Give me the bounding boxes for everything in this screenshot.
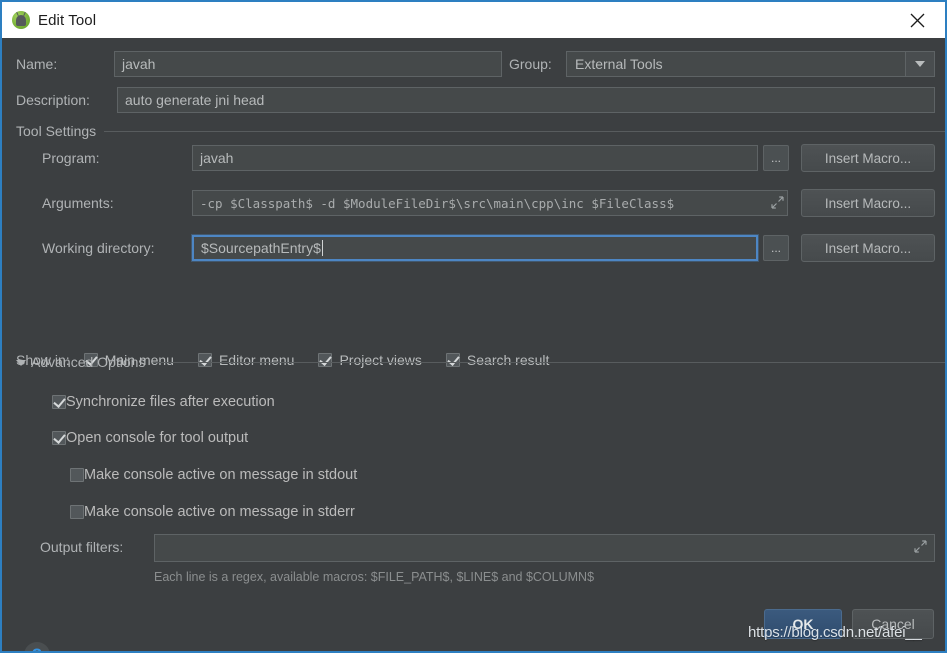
checkbox-icon [70, 505, 84, 519]
console-active-stderr-checkbox[interactable]: Make console active on message in stderr [70, 504, 355, 520]
ellipsis-icon: ... [770, 241, 781, 255]
output-filters-row: Output filters: [4, 534, 945, 564]
help-label: ? [32, 645, 42, 651]
console-active-stdout-checkbox[interactable]: Make console active on message in stdout [70, 467, 357, 483]
advanced-options-section-header[interactable]: Advanced Options [16, 354, 945, 370]
name-group-row: Name: javah Group: External Tools [4, 51, 945, 81]
arguments-insert-macro-button[interactable]: Insert Macro... [801, 189, 935, 217]
name-input[interactable]: javah [114, 51, 502, 77]
group-select[interactable]: External Tools [566, 51, 935, 77]
checkbox-icon [70, 468, 84, 482]
arguments-input[interactable]: -cp $Classpath$ -d $ModuleFileDir$\src\m… [192, 190, 788, 216]
checkbox-icon [52, 431, 66, 445]
description-input[interactable]: auto generate jni head [117, 87, 935, 113]
tool-settings-section-header: Tool Settings [16, 123, 945, 139]
edit-tool-dialog: Edit Tool Name: javah Group: External To… [0, 0, 947, 653]
program-label: Program: [42, 150, 100, 166]
arguments-row: Arguments: -cp $Classpath$ -d $ModuleFil… [4, 189, 945, 220]
sync-files-checkbox[interactable]: Synchronize files after execution [52, 394, 275, 410]
working-directory-browse-button[interactable]: ... [763, 235, 789, 261]
output-filters-input[interactable] [154, 534, 935, 562]
group-selected-value: External Tools [575, 56, 663, 72]
advanced-options-title: Advanced Options [31, 354, 146, 370]
working-directory-row: Working directory: $SourcepathEntry$ ...… [4, 234, 945, 265]
program-insert-macro-button[interactable]: Insert Macro... [801, 144, 935, 172]
description-label: Description: [16, 92, 90, 108]
tool-settings-title: Tool Settings [16, 123, 97, 139]
text-caret [321, 240, 323, 256]
expand-arrows-icon[interactable] [771, 196, 785, 210]
sync-files-label: Synchronize files after execution [66, 394, 275, 410]
dialog-body: Name: javah Group: External Tools Descri… [4, 38, 945, 651]
arguments-label: Arguments: [42, 195, 114, 211]
open-console-label: Open console for tool output [66, 430, 249, 446]
chevron-down-icon[interactable] [905, 52, 934, 76]
program-browse-button[interactable]: ... [763, 145, 789, 171]
triangle-down-icon[interactable] [16, 360, 26, 366]
output-filters-label: Output filters: [40, 539, 124, 555]
console-active-stdout-label: Make console active on message in stdout [84, 467, 358, 483]
working-directory-insert-macro-button[interactable]: Insert Macro... [801, 234, 935, 262]
description-row: Description: auto generate jni head [4, 87, 945, 115]
close-icon[interactable] [895, 2, 939, 38]
ellipsis-icon: ... [770, 151, 781, 165]
watermark: https://blog.csdn.net/afei__ [748, 624, 922, 641]
android-studio-icon [12, 11, 30, 29]
section-divider [153, 361, 945, 363]
checkbox-icon [52, 395, 66, 409]
title-bar: Edit Tool [2, 2, 945, 38]
working-directory-label: Working directory: [42, 240, 155, 256]
output-filters-hint: Each line is a regex, available macros: … [154, 570, 595, 584]
console-active-stderr-label: Make console active on message in stderr [84, 504, 355, 520]
arguments-value: -cp $Classpath$ -d $ModuleFileDir$\src\m… [200, 195, 675, 211]
program-row: Program: javah ... Insert Macro... [4, 144, 945, 175]
group-label: Group: [509, 56, 552, 72]
section-divider [104, 130, 945, 132]
open-console-checkbox[interactable]: Open console for tool output [52, 430, 248, 446]
window-title: Edit Tool [38, 11, 97, 29]
working-directory-value: $SourcepathEntry$ [201, 239, 321, 256]
program-input[interactable]: javah [192, 145, 758, 171]
working-directory-input[interactable]: $SourcepathEntry$ [192, 235, 758, 261]
name-label: Name: [16, 56, 58, 72]
expand-arrows-icon[interactable] [914, 540, 928, 554]
help-circle-icon[interactable]: ? [24, 642, 50, 651]
